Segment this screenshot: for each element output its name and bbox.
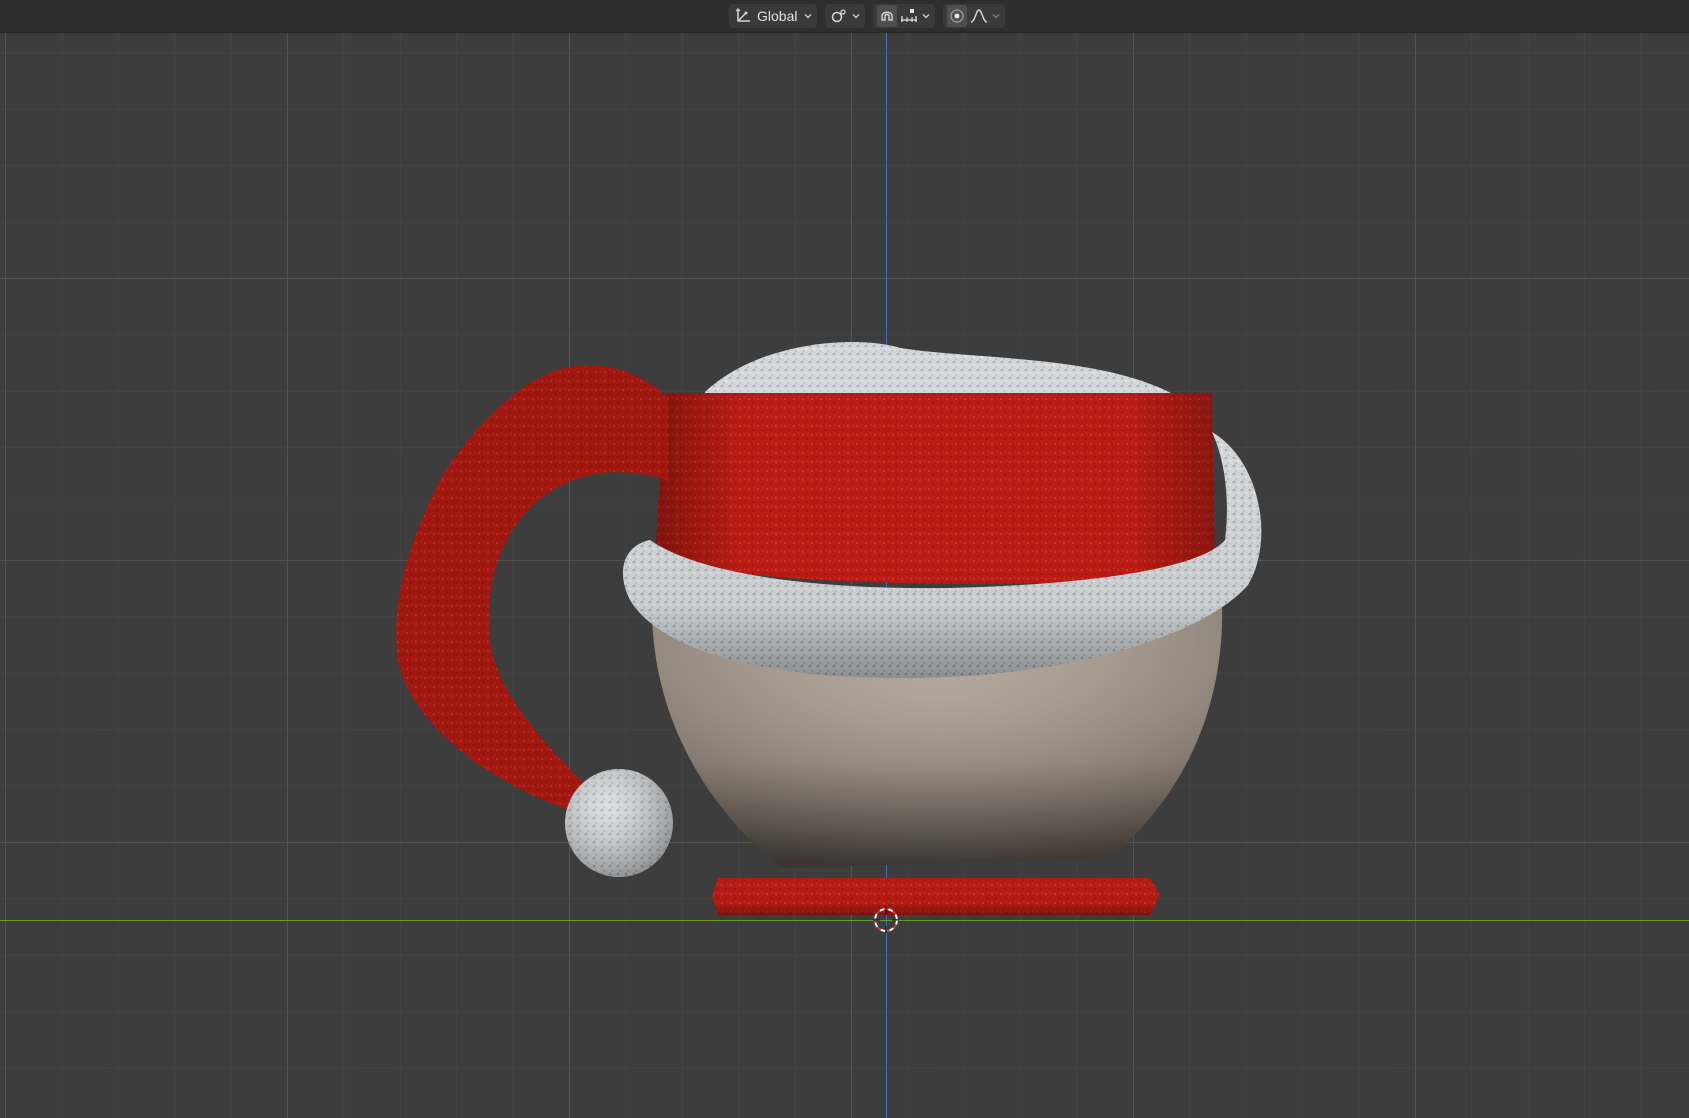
- snapping-controls: [873, 4, 936, 28]
- chevron-down-icon: [804, 14, 812, 19]
- chevron-down-icon: [852, 14, 860, 19]
- hat-band[interactable]: [655, 393, 1215, 584]
- proportional-editing-controls: [943, 4, 1006, 28]
- orientation-axes-icon: [733, 5, 753, 27]
- pom-pom[interactable]: [565, 769, 673, 877]
- 3d-cursor-icon[interactable]: [873, 907, 899, 933]
- snap-magnet-icon[interactable]: [877, 5, 898, 27]
- snap-increment-icon[interactable]: [899, 5, 919, 27]
- scene-render[interactable]: [0, 0, 1689, 1118]
- orientation-label: Global: [757, 8, 798, 24]
- chevron-down-icon[interactable]: [921, 11, 931, 21]
- pivot-point-dropdown[interactable]: [825, 4, 866, 28]
- transform-orientation-dropdown[interactable]: Global: [729, 4, 818, 28]
- falloff-curve-icon[interactable]: [969, 5, 989, 27]
- proportional-edit-icon[interactable]: [947, 5, 968, 27]
- viewport-header: Global: [0, 0, 1689, 33]
- transform-toolbar: Global: [729, 4, 1006, 28]
- chevron-down-icon[interactable]: [991, 11, 1001, 21]
- saucer[interactable]: [712, 878, 1160, 915]
- pivot-point-icon: [829, 5, 849, 27]
